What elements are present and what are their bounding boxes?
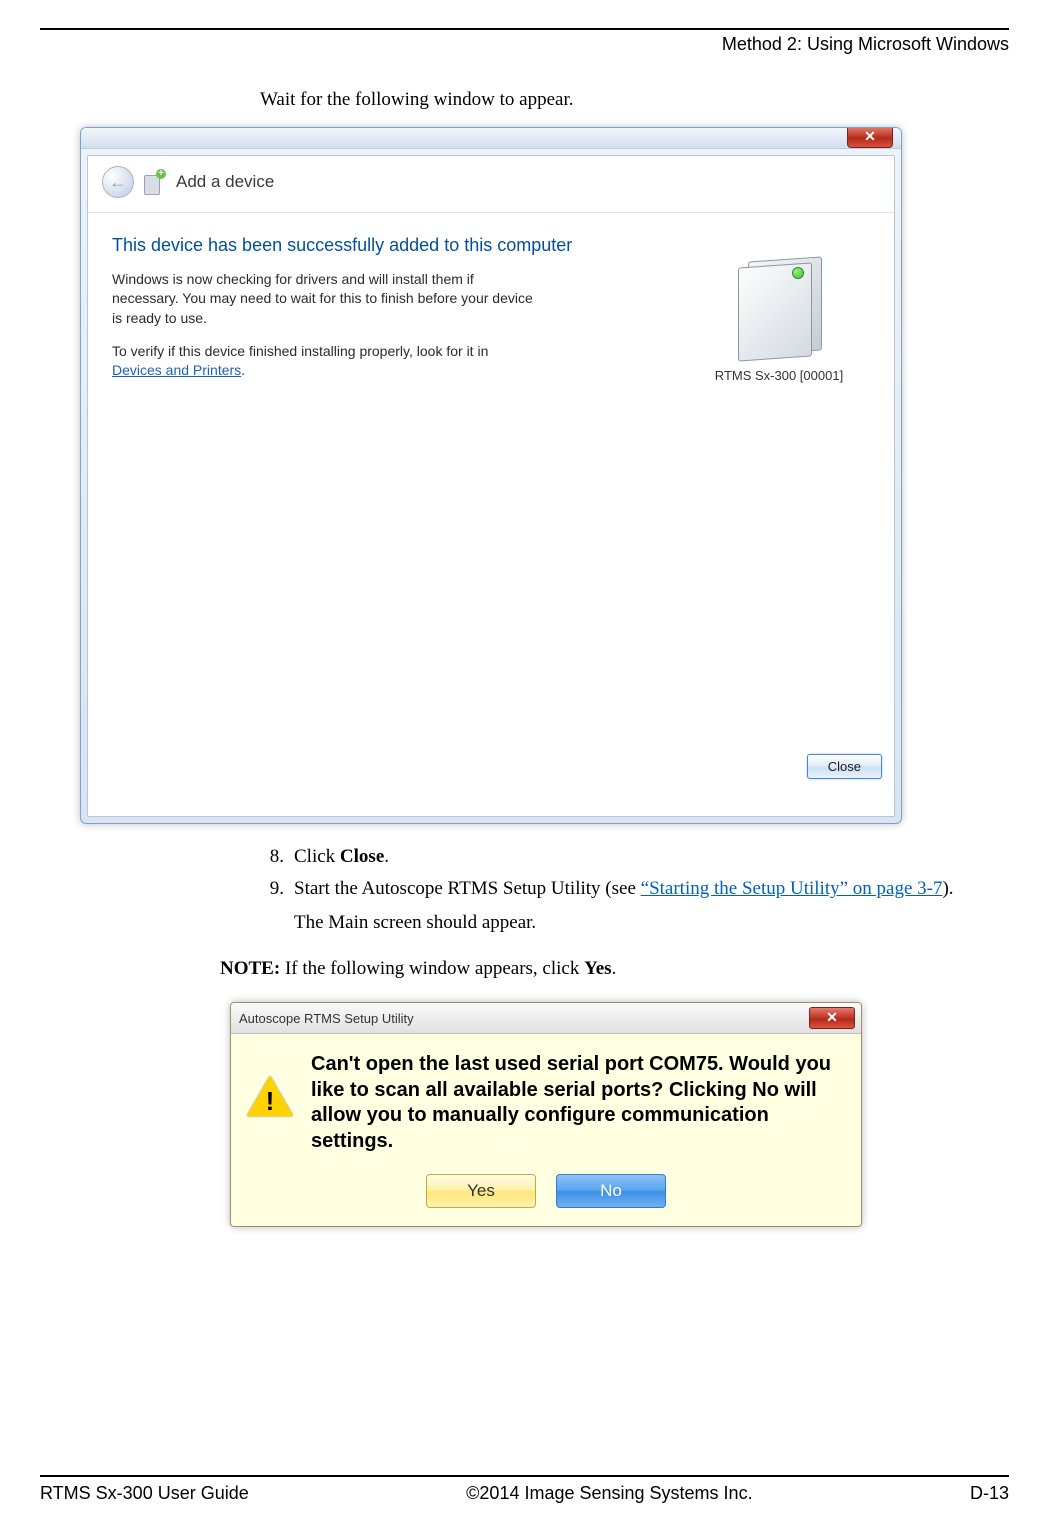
note-text-c: . bbox=[612, 958, 617, 979]
step-8-body: Click Close. bbox=[294, 846, 999, 868]
device-preview: RTMS Sx-300 [00001] bbox=[694, 253, 864, 383]
dialog-body: ! Can't open the last used serial port C… bbox=[231, 1034, 861, 1168]
step-9-followup: The Main screen should appear. bbox=[294, 912, 999, 934]
warning-mark: ! bbox=[247, 1088, 293, 1114]
setup-utility-link[interactable]: “Starting the Setup Utility” on page 3-7 bbox=[641, 878, 943, 899]
close-button[interactable]: Close bbox=[807, 754, 882, 779]
intro-text: Wait for the following window to appear. bbox=[260, 89, 999, 111]
verify-text-post: . bbox=[241, 362, 245, 378]
footer-right: D-13 bbox=[970, 1483, 1009, 1504]
note-yes-bold: Yes bbox=[584, 958, 611, 979]
yes-button[interactable]: Yes bbox=[426, 1174, 536, 1208]
window-inner: ← + Add a device This device has been su… bbox=[87, 155, 895, 817]
step-8-text-a: Click bbox=[294, 846, 340, 867]
step-8-text-c: . bbox=[384, 846, 389, 867]
dialog-message: Can't open the last used serial port COM… bbox=[311, 1052, 845, 1154]
step-9-text-b: ). bbox=[942, 878, 953, 899]
autoscope-dialog: Autoscope RTMS Setup Utility ✕ ! Can't o… bbox=[230, 1002, 862, 1227]
dialog-title-bar: Autoscope RTMS Setup Utility ✕ bbox=[231, 1003, 861, 1034]
window-chrome: ✕ bbox=[81, 128, 901, 149]
warning-icon: ! bbox=[247, 1076, 293, 1118]
verify-paragraph: To verify if this device finished instal… bbox=[112, 342, 542, 381]
page-footer: RTMS Sx-300 User Guide ©2014 Image Sensi… bbox=[40, 1475, 1009, 1504]
step-8-number: 8. bbox=[260, 846, 284, 868]
step-9-text-a: Start the Autoscope RTMS Setup Utility (… bbox=[294, 878, 641, 899]
note-text-a: If the following window appears, click bbox=[280, 958, 584, 979]
add-device-icon: + bbox=[144, 169, 166, 195]
verify-text-pre: To verify if this device finished instal… bbox=[112, 343, 488, 359]
header-section-title: Method 2: Using Microsoft Windows bbox=[40, 30, 1009, 55]
install-paragraph: Windows is now checking for drivers and … bbox=[112, 270, 542, 328]
footer-center: ©2014 Image Sensing Systems Inc. bbox=[466, 1483, 752, 1504]
dialog-footer: Yes No bbox=[231, 1168, 861, 1226]
note-block: NOTE: If the following window appears, c… bbox=[220, 958, 999, 980]
dialog-title: Autoscope RTMS Setup Utility bbox=[239, 1011, 414, 1026]
device-label: RTMS Sx-300 [00001] bbox=[694, 368, 864, 383]
no-button[interactable]: No bbox=[556, 1174, 666, 1208]
devices-and-printers-link[interactable]: Devices and Printers bbox=[112, 362, 241, 378]
arrow-left-icon: ← bbox=[109, 172, 127, 193]
close-icon[interactable]: ✕ bbox=[847, 127, 893, 148]
step-9-body: Start the Autoscope RTMS Setup Utility (… bbox=[294, 878, 999, 934]
window-nav-bar: ← + Add a device bbox=[88, 156, 894, 213]
step-8-close-bold: Close bbox=[340, 846, 384, 867]
window-footer: Close bbox=[807, 754, 882, 779]
window-nav-title: Add a device bbox=[176, 172, 274, 192]
device-drive-icon bbox=[734, 253, 824, 358]
add-device-window: ✕ ← + Add a device This device has been … bbox=[80, 127, 902, 824]
step-8: 8. Click Close. bbox=[260, 846, 999, 868]
step-9-number: 9. bbox=[260, 878, 284, 934]
back-button[interactable]: ← bbox=[102, 166, 134, 198]
window-content: This device has been successfully added … bbox=[88, 213, 894, 789]
close-icon[interactable]: ✕ bbox=[809, 1007, 855, 1029]
step-9: 9. Start the Autoscope RTMS Setup Utilit… bbox=[260, 878, 999, 934]
step-list: 8. Click Close. 9. Start the Autoscope R… bbox=[260, 846, 999, 934]
note-label: NOTE: bbox=[220, 958, 280, 979]
footer-left: RTMS Sx-300 User Guide bbox=[40, 1483, 249, 1504]
